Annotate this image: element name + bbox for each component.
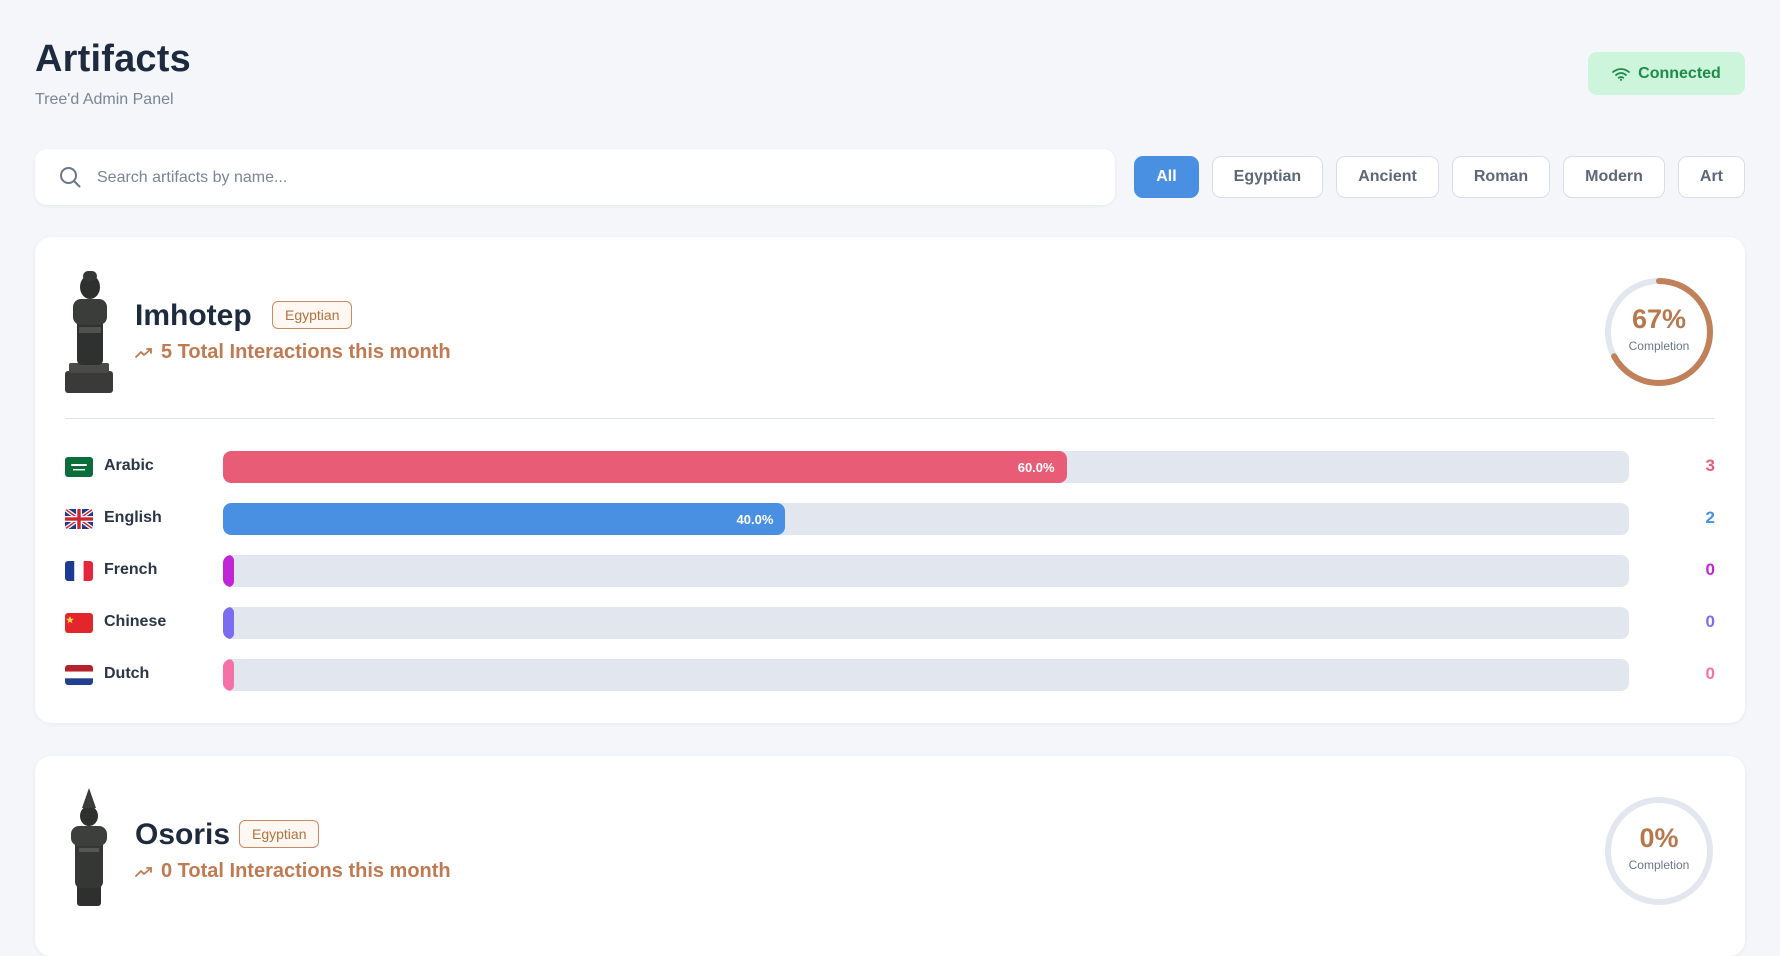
connection-status-badge: Connected [1588, 52, 1745, 95]
language-bar-fill [223, 555, 234, 587]
completion-ring: 67% Completion [1603, 276, 1715, 388]
filter-modern-button[interactable]: Modern [1563, 156, 1665, 198]
saudi-arabia-flag-icon [65, 457, 93, 477]
completion-ring: 0% Completion [1603, 795, 1715, 907]
language-row-dutch: Dutch 0 [65, 659, 1715, 691]
page-subtitle: Tree'd Admin Panel [35, 91, 174, 108]
interactions-label: 5 Total Interactions this month [161, 341, 451, 363]
language-count: 0 [1705, 560, 1715, 579]
language-bar-fill: 40.0% [223, 503, 786, 535]
statue-image [71, 788, 107, 906]
language-bar-track: 40.0% [223, 503, 1629, 535]
language-row-french: French 0 [65, 555, 1715, 587]
language-row-chinese: Chinese 0 [65, 607, 1715, 639]
filter-roman-button[interactable]: Roman [1451, 156, 1551, 198]
interactions-summary: 5 Total Interactions this month [135, 341, 451, 364]
interactions-label: 0 Total Interactions this month [161, 860, 451, 882]
language-bar-percent: 60.0% [1017, 459, 1055, 475]
interactions-summary: 0 Total Interactions this month [135, 860, 451, 883]
language-name: Arabic [104, 457, 154, 474]
netherlands-flag-icon [65, 665, 93, 685]
filter-ancient-button[interactable]: Ancient [1336, 156, 1439, 198]
artifacts-page: Artifacts Tree'd Admin Panel Connected A… [35, 0, 1745, 956]
language-bar-track: 60.0% [223, 451, 1629, 483]
language-count: 3 [1705, 456, 1715, 475]
language-name: French [104, 561, 158, 578]
statue-image [65, 271, 113, 393]
page-title: Artifacts [35, 38, 191, 80]
language-bar-percent: 40.0% [736, 511, 774, 527]
connection-status-label: Connected [1638, 64, 1721, 82]
language-bar-track [223, 555, 1629, 587]
language-name: English [104, 509, 162, 526]
completion-label: Completion [1628, 858, 1690, 872]
page-header: Artifacts Tree'd Admin Panel Connected [35, 0, 1745, 130]
trending-up-icon [135, 347, 152, 358]
china-flag-icon [65, 613, 93, 633]
language-count: 2 [1705, 508, 1715, 527]
wifi-icon [1612, 67, 1631, 81]
language-row-arabic: Arabic 60.0% 3 [65, 451, 1715, 483]
language-bar-fill [223, 659, 234, 691]
language-row-english: English 40.0% 2 [65, 503, 1715, 535]
filter-all-button[interactable]: All [1134, 156, 1199, 198]
search-filter-row: All Egyptian Ancient Roman Modern Art [35, 149, 1745, 207]
category-badge: Egyptian [272, 301, 353, 329]
language-bar-track [223, 659, 1629, 691]
category-badge: Egyptian [239, 820, 320, 848]
completion-percent: 67% [1631, 304, 1687, 334]
trending-up-icon [135, 866, 152, 877]
search-icon [60, 167, 81, 188]
search-input[interactable] [95, 149, 1079, 207]
completion-label: Completion [1628, 339, 1690, 353]
artifact-name: Imhotep [135, 299, 252, 332]
artifact-name: Osoris [135, 818, 231, 851]
france-flag-icon [65, 561, 93, 581]
language-name: Chinese [104, 613, 167, 630]
language-count: 0 [1705, 612, 1715, 631]
uk-flag-icon [65, 509, 93, 529]
artifact-card[interactable]: Osoris Egyptian 0 Total Interactions thi… [35, 756, 1745, 956]
category-filters: All Egyptian Ancient Roman Modern Art [1134, 156, 1745, 198]
language-bar-track [223, 607, 1629, 639]
language-count: 0 [1705, 664, 1715, 683]
language-bar-fill: 60.0% [223, 451, 1067, 483]
completion-percent: 0% [1639, 823, 1679, 853]
language-bar-fill [223, 607, 234, 639]
card-divider [65, 418, 1715, 419]
search-box [35, 149, 1115, 207]
filter-art-button[interactable]: Art [1677, 156, 1745, 198]
filter-egyptian-button[interactable]: Egyptian [1211, 156, 1324, 198]
language-name: Dutch [104, 665, 150, 682]
artifact-card[interactable]: Imhotep Egyptian 5 Total Interactions th… [35, 237, 1745, 723]
